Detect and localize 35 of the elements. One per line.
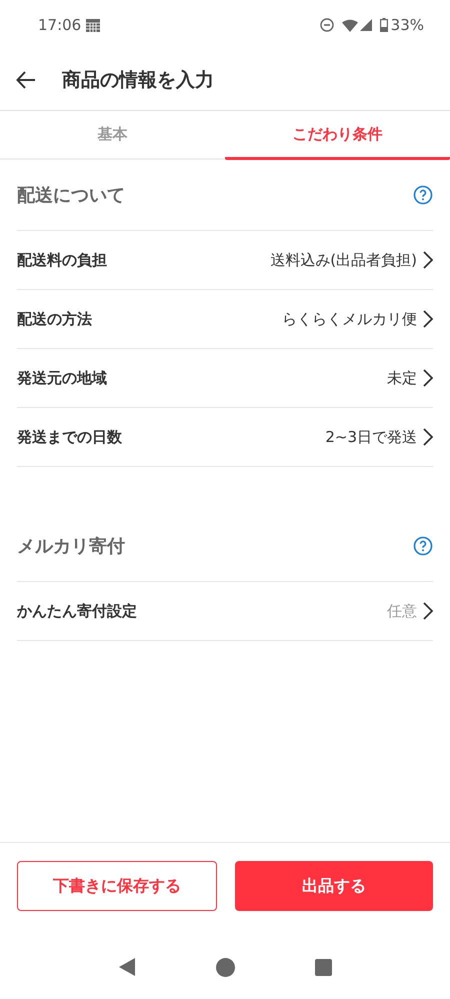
help-icon[interactable] xyxy=(413,536,433,556)
save-draft-button[interactable]: 下書きに保存する xyxy=(17,861,217,911)
battery-percent: 33% xyxy=(390,16,424,34)
back-icon[interactable] xyxy=(118,957,136,977)
row-value[interactable]: 2~3日で発送 xyxy=(325,428,417,446)
row-label: 配送の方法 xyxy=(17,310,92,328)
row-value[interactable]: らくらくメルカリ便 xyxy=(282,310,417,328)
row-value[interactable]: 送料込み(出品者負担) xyxy=(270,250,417,270)
section-title: メルカリ寄付 xyxy=(17,535,125,558)
row-label: 発送までの日数 xyxy=(17,428,122,446)
do-not-disturb-icon xyxy=(320,18,334,32)
row-label: 発送元の地域 xyxy=(17,368,107,388)
tab[interactable]: こだわり条件 xyxy=(225,111,450,160)
home-icon[interactable] xyxy=(216,958,235,976)
row-value[interactable]: 未定 xyxy=(387,368,417,388)
page-title: 商品の情報を入力 xyxy=(62,68,214,93)
help-icon[interactable] xyxy=(413,185,433,205)
chevron-right-icon xyxy=(423,428,433,446)
chevron-right-icon xyxy=(423,369,433,387)
row-label: かんたん寄付設定 xyxy=(17,602,137,620)
row-label: 配送料の負担 xyxy=(17,250,107,270)
back-arrow-icon[interactable] xyxy=(16,71,36,89)
recents-icon[interactable] xyxy=(315,958,332,976)
battery-icon xyxy=(380,18,388,32)
signal-icon xyxy=(360,19,372,31)
section-title: 配送について xyxy=(17,184,125,207)
chevron-right-icon xyxy=(423,602,433,620)
wifi-icon xyxy=(342,18,358,32)
status-time: 17:06 xyxy=(38,16,82,34)
row-value[interactable]: 任意 xyxy=(387,602,417,620)
calendar-icon xyxy=(85,17,102,33)
submit-button[interactable]: 出品する xyxy=(235,861,433,911)
chevron-right-icon xyxy=(423,310,433,328)
tab[interactable]: 基本 xyxy=(0,111,225,160)
chevron-right-icon xyxy=(423,251,433,269)
